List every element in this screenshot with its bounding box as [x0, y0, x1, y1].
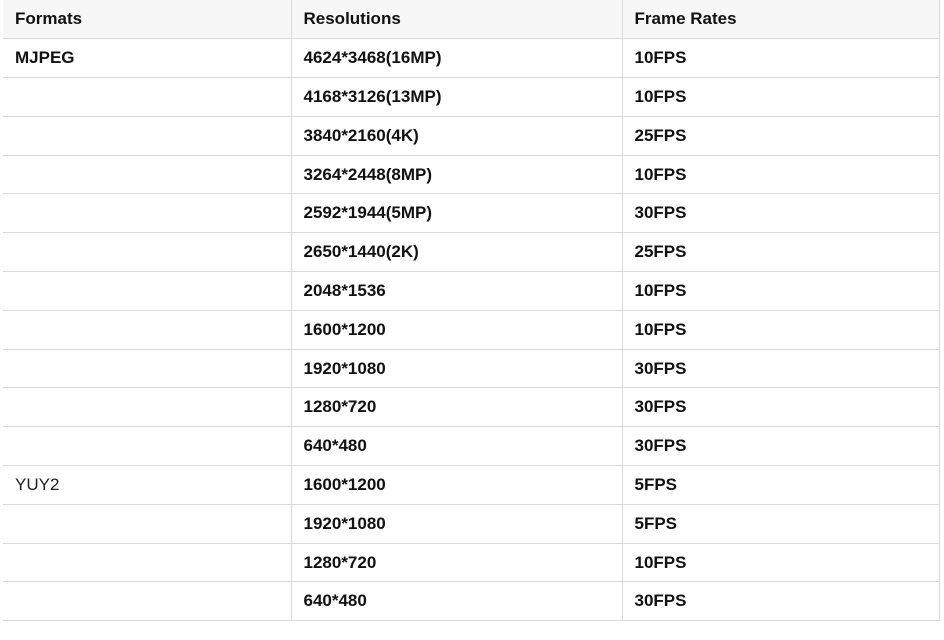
resolution-cell: 1920*1080 [290, 348, 622, 389]
format-cell [3, 581, 291, 622]
format-cell [3, 542, 291, 583]
formats-table: Formats Resolutions Frame Rates MJPEG 46… [3, 0, 940, 622]
table-row: 1600*1200 10FPS [3, 309, 940, 350]
resolution-cell: 3840*2160(4K) [290, 115, 622, 156]
resolution-cell: 3264*2448(8MP) [290, 154, 622, 195]
frame-rate-cell: 10FPS [621, 38, 940, 79]
resolution-cell: 4624*3468(16MP) [290, 38, 622, 79]
frame-rate-cell: 30FPS [621, 581, 940, 622]
format-cell [3, 309, 291, 350]
table-row: 4168*3126(13MP) 10FPS [3, 77, 940, 117]
table-header-row: Formats Resolutions Frame Rates [3, 0, 940, 40]
format-cell [3, 387, 291, 428]
table-row: 1280*720 10FPS [3, 542, 940, 583]
resolution-cell: 2048*1536 [290, 271, 622, 311]
table-row: 640*480 30FPS [3, 426, 940, 467]
resolution-cell: 1920*1080 [290, 503, 622, 544]
table-row: 2650*1440(2K) 25FPS [3, 232, 940, 273]
table-row: 1920*1080 5FPS [3, 503, 940, 544]
format-cell [3, 77, 291, 117]
format-cell [3, 426, 291, 467]
table-row: YUY2 1600*1200 5FPS [3, 465, 940, 505]
resolution-cell: 2650*1440(2K) [290, 232, 622, 273]
format-cell [3, 271, 291, 311]
table-row: 1920*1080 30FPS [3, 348, 940, 389]
table-row: MJPEG 4624*3468(16MP) 10FPS [3, 38, 940, 79]
header-frame-rates: Frame Rates [621, 0, 940, 40]
frame-rate-cell: 30FPS [621, 348, 940, 389]
format-cell [3, 232, 291, 273]
table-row: 640*480 30FPS [3, 581, 940, 622]
resolution-cell: 1280*720 [290, 387, 622, 428]
header-formats: Formats [3, 0, 291, 40]
frame-rate-cell: 5FPS [621, 503, 940, 544]
table-row: 3264*2448(8MP) 10FPS [3, 154, 940, 195]
resolution-cell: 2592*1944(5MP) [290, 193, 622, 234]
format-cell: MJPEG [3, 38, 291, 79]
format-cell: YUY2 [3, 465, 291, 505]
table-row: 2048*1536 10FPS [3, 271, 940, 311]
format-cell [3, 193, 291, 234]
frame-rate-cell: 10FPS [621, 154, 940, 195]
format-cell [3, 115, 291, 156]
resolution-cell: 1600*1200 [290, 309, 622, 350]
resolution-cell: 4168*3126(13MP) [290, 77, 622, 117]
resolution-cell: 1600*1200 [290, 465, 622, 505]
frame-rate-cell: 10FPS [621, 77, 940, 117]
resolution-cell: 640*480 [290, 581, 622, 622]
frame-rate-cell: 10FPS [621, 309, 940, 350]
header-resolutions: Resolutions [290, 0, 622, 40]
frame-rate-cell: 10FPS [621, 542, 940, 583]
table-row: 1280*720 30FPS [3, 387, 940, 428]
frame-rate-cell: 25FPS [621, 232, 940, 273]
frame-rate-cell: 25FPS [621, 115, 940, 156]
format-cell [3, 348, 291, 389]
resolution-cell: 1280*720 [290, 542, 622, 583]
format-cell [3, 503, 291, 544]
resolution-cell: 640*480 [290, 426, 622, 467]
frame-rate-cell: 5FPS [621, 465, 940, 505]
frame-rate-cell: 10FPS [621, 271, 940, 311]
table-row: 3840*2160(4K) 25FPS [3, 115, 940, 156]
frame-rate-cell: 30FPS [621, 387, 940, 428]
format-cell [3, 154, 291, 195]
frame-rate-cell: 30FPS [621, 426, 940, 467]
frame-rate-cell: 30FPS [621, 193, 940, 234]
table-row: 2592*1944(5MP) 30FPS [3, 193, 940, 234]
